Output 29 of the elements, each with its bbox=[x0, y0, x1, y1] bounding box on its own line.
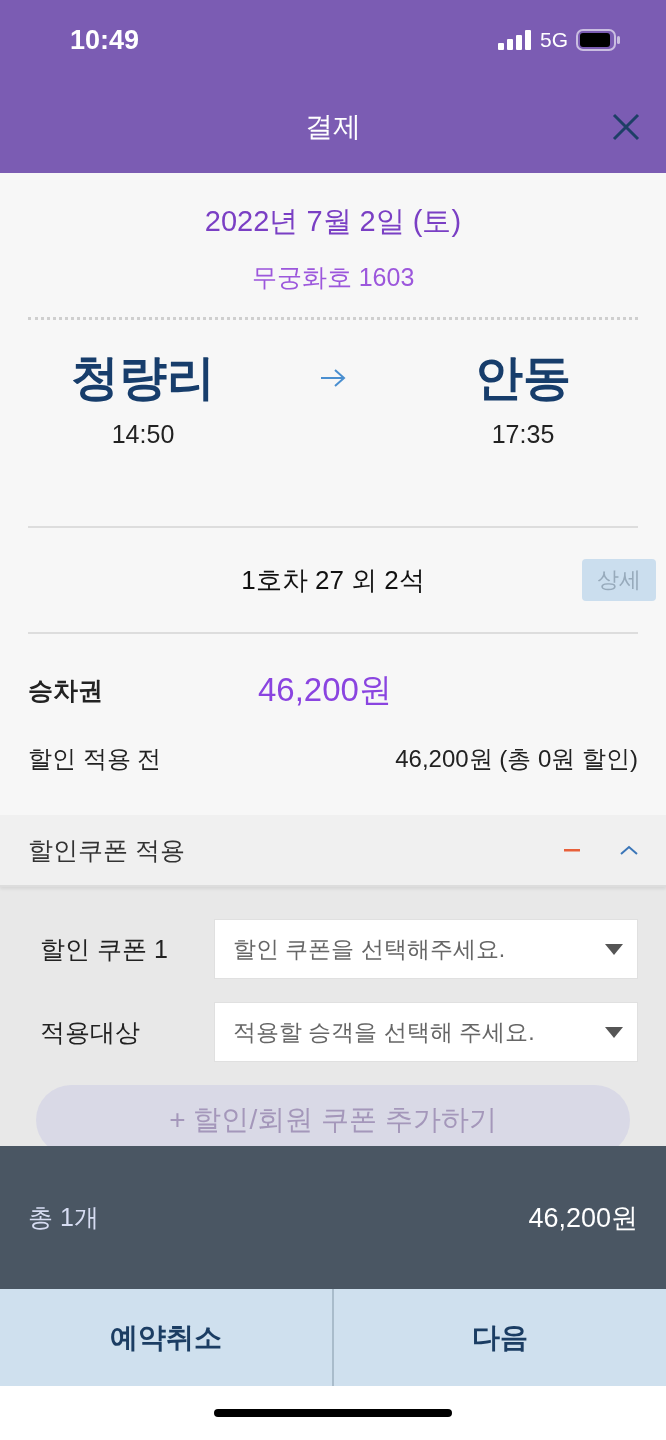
fare-label: 승차권 bbox=[28, 674, 104, 706]
arrival-time: 17:35 bbox=[490, 420, 556, 449]
minus-icon[interactable] bbox=[564, 848, 580, 852]
discount-label: 할인 적용 전 bbox=[28, 744, 162, 774]
screen-title: 결제 bbox=[305, 109, 361, 144]
total-price: 46,200원 bbox=[528, 1201, 638, 1235]
discount-value: 46,200원 (총 0원 할인) bbox=[395, 744, 638, 774]
status-time: 10:49 bbox=[70, 24, 141, 56]
dropdown-field[interactable]: 적용할 승객을 선택해 주세요. bbox=[214, 1002, 638, 1062]
dropdown-caret-icon bbox=[605, 1026, 623, 1038]
fare-amount: 46,200원 bbox=[258, 669, 392, 710]
section-title: 할인쿠폰 적용 bbox=[28, 834, 186, 866]
dropdown-caret-icon bbox=[605, 943, 623, 955]
network-label: 5G bbox=[540, 28, 568, 52]
arrow-icon bbox=[320, 368, 346, 388]
train-name: 무궁화호 1603 bbox=[250, 262, 416, 293]
chevron-up-icon[interactable] bbox=[620, 845, 638, 855]
dropdown-field[interactable]: 할인 쿠폰을 선택해주세요. bbox=[214, 919, 638, 979]
arrival-station: 안동 bbox=[474, 350, 572, 406]
close-button[interactable] bbox=[612, 113, 640, 141]
field-label: 적용대상 bbox=[40, 1016, 141, 1048]
seat-info: 1호차 27 외 2석 bbox=[241, 563, 425, 597]
battery-icon bbox=[576, 29, 622, 51]
departure-time: 14:50 bbox=[110, 420, 176, 449]
departure-station: 청량리 bbox=[70, 350, 216, 406]
total-count: 총 1개 bbox=[28, 1202, 99, 1233]
travel-date: 2022년 7월 2일 (토) bbox=[203, 204, 463, 239]
field-label: 할인 쿠폰 1 bbox=[40, 933, 169, 965]
signal-icon bbox=[498, 30, 532, 50]
